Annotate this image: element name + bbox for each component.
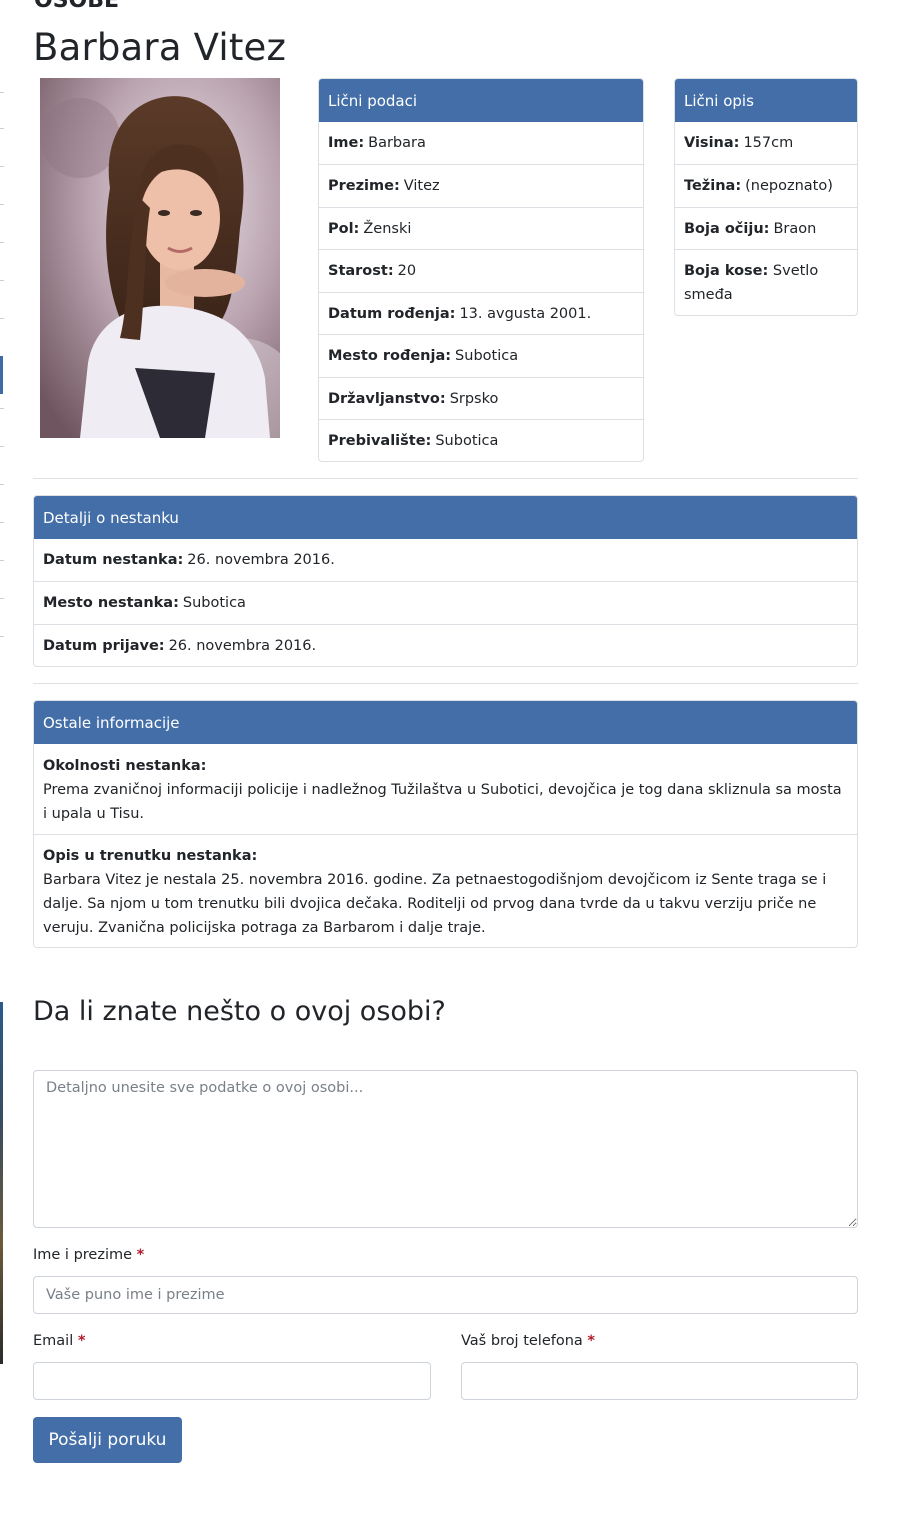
phone-label: Vaš broj telefona *	[461, 1333, 596, 1349]
description-block: Opis u trenutku nestanka: Barbara Vitez …	[34, 834, 857, 947]
person-photo	[40, 78, 280, 438]
section-label-cut: OSOBE	[34, 0, 120, 13]
disappearance-row-place: Mesto nestanka: Subotica	[34, 581, 857, 624]
circumstances-text: Prema zvaničnoj informaciji policije i n…	[43, 782, 842, 822]
email-label: Email *	[33, 1333, 86, 1349]
desc-row-height: Visina: 157cm	[684, 135, 794, 151]
divider	[33, 478, 858, 479]
disappearance-row-report-date: Datum prijave: 26. novembra 2016.	[34, 624, 857, 666]
info-row-citizenship: Državljanstvo: Srpsko	[319, 377, 643, 419]
info-row-last-name: Prezime: Vitez	[319, 164, 643, 207]
required-mark: *	[77, 1333, 86, 1349]
other-info-header: Ostale informacije	[34, 701, 857, 744]
required-mark: *	[587, 1333, 596, 1349]
desc-row-hair-color: Boja kose: Svetlo smeđa	[675, 249, 857, 315]
circumstances-block: Okolnosti nestanka: Prema zvaničnoj info…	[34, 744, 857, 834]
divider	[33, 683, 858, 684]
description-text: Barbara Vitez je nestala 25. novembra 20…	[43, 872, 827, 936]
info-row-sex: Pol: Ženski	[319, 207, 643, 249]
desc-row-weight: Težina: (nepoznato)	[675, 164, 857, 207]
disappearance-row-date: Datum nestanka: 26. novembra 2016.	[43, 552, 335, 568]
other-info-card: Ostale informacije Okolnosti nestanka: P…	[33, 700, 858, 948]
info-row-age: Starost: 20	[319, 249, 643, 292]
personal-info-header: Lični podaci	[319, 79, 643, 122]
name-label: Ime i prezime *	[33, 1247, 145, 1263]
disappearance-card: Detalji o nestanku Datum nestanka: 26. no…	[33, 495, 858, 667]
circumstances-label: Okolnosti nestanka:	[43, 758, 207, 774]
info-row-birth-place: Mesto rođenja: Subotica	[319, 334, 643, 377]
physical-description-card: Lični opis Visina: 157cm Težina: (nepoznat…	[674, 78, 858, 316]
form-heading: Da li znate nešto o ovoj osobi?	[33, 996, 446, 1027]
disappearance-header: Detalji o nestanku	[34, 496, 857, 539]
required-mark: *	[136, 1247, 145, 1263]
personal-info-card: Lični podaci Ime: Barbara Prezime: Vitez P…	[318, 78, 644, 462]
phone-input[interactable]	[461, 1362, 858, 1400]
physical-description-header: Lični opis	[675, 79, 857, 122]
info-row-first-name: Ime: Barbara	[328, 135, 426, 151]
name-input[interactable]	[33, 1276, 858, 1314]
page-title: Barbara Vitez	[33, 26, 287, 69]
message-textarea[interactable]	[33, 1070, 858, 1228]
description-label: Opis u trenutku nestanka:	[43, 848, 258, 864]
email-input[interactable]	[33, 1362, 431, 1400]
left-edge-strip	[0, 0, 6, 1513]
send-message-button[interactable]: Pošalji poruku	[33, 1417, 182, 1463]
info-row-birth-date: Datum rođenja: 13. avgusta 2001.	[319, 292, 643, 334]
info-row-residence: Prebivalište: Subotica	[319, 419, 643, 461]
desc-row-eye-color: Boja očiju: Braon	[675, 207, 857, 249]
